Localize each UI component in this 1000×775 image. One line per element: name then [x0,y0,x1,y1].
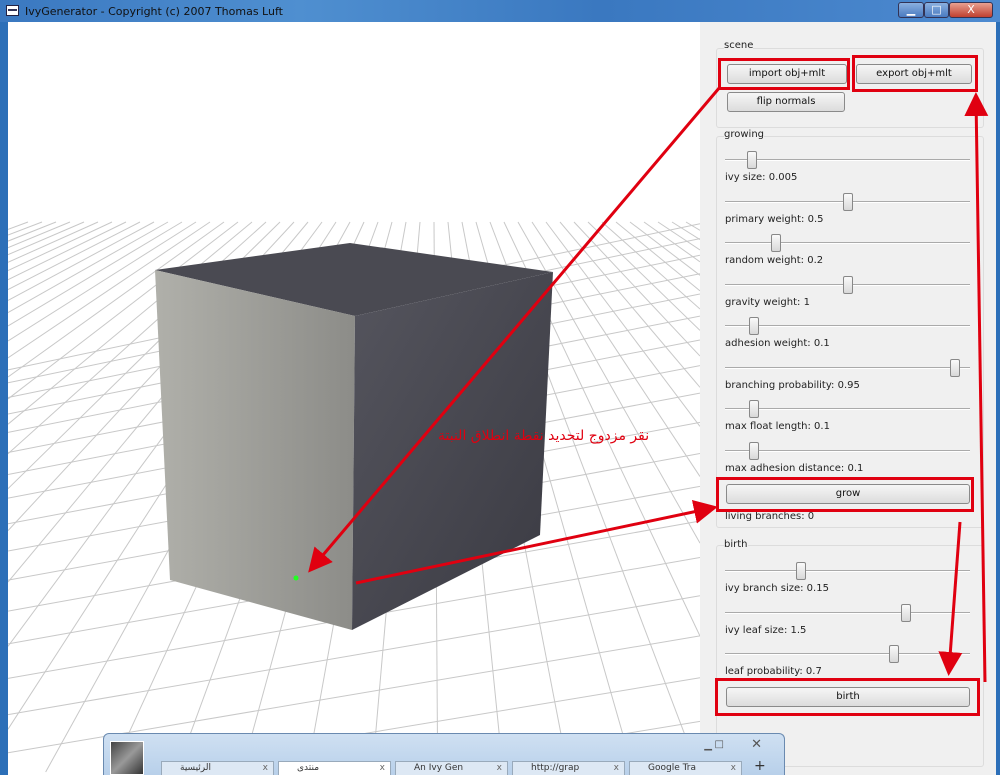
grid-line [643,221,700,263]
annotation-text: نقر مزدوج لتحديد نقطة انطلاق النبتة [438,428,650,444]
minimize-icon[interactable]: ▁ [704,740,712,751]
browser-tab-label: http://grap [531,763,580,773]
tab-close-icon[interactable]: x [731,762,736,775]
slider-thumb[interactable] [771,234,782,252]
scene-label: scene [724,40,754,51]
grid-line [8,221,127,281]
slider-birth-0[interactable] [725,562,970,580]
control-panel: scene import obj+mlt export obj+mlt flip… [700,22,996,775]
slider-thumb[interactable] [795,562,806,580]
slider-birth-2[interactable] [725,645,970,663]
scene-render [8,221,700,773]
slider-track [725,449,970,452]
cube-right-face [352,272,553,630]
slider-label: random weight: 0.2 [725,255,824,266]
grid-line [8,221,141,291]
birth-label: birth [724,539,748,550]
slider-growing-6[interactable] [725,400,970,418]
slider-label: ivy size: 0.005 [725,172,798,183]
slider-thumb[interactable] [749,400,760,418]
slider-track [725,611,970,614]
growing-label: growing [724,129,764,140]
restore-icon[interactable]: □ [715,739,724,750]
slider-label: max float length: 0.1 [725,421,830,432]
close-button[interactable]: X [949,2,993,18]
slider-track [725,653,970,655]
grid-line [8,221,155,301]
slider-thumb[interactable] [842,275,853,294]
browser-tab[interactable]: http://grap x [512,761,625,775]
slider-label: ivy branch size: 0.15 [725,583,829,594]
slider-track [725,408,970,410]
slider-label: branching probability: 0.95 [725,379,860,391]
close-icon[interactable]: ✕ [751,737,762,752]
seed-point [293,575,299,581]
scene-group [716,48,984,128]
new-tab-button[interactable]: + [754,758,766,774]
slider-track [725,570,970,572]
slider-thumb[interactable] [901,603,912,622]
minimize-button[interactable]: ▁ [898,2,924,18]
slider-label: leaf probability: 0.7 [725,666,822,677]
slider-birth-1[interactable] [725,603,970,622]
app-icon [6,5,19,16]
title-bar[interactable]: IvyGenerator - Copyright (c) 2007 Thomas… [0,0,1000,22]
grow-button[interactable]: grow [726,484,970,504]
birth-button[interactable]: birth [726,687,970,707]
slider-growing-5[interactable] [725,358,970,377]
flip-normals-button[interactable]: flip normals [727,92,845,112]
slider-growing-4[interactable] [725,317,970,335]
slider-label: primary weight: 0.5 [725,213,824,225]
3d-viewport[interactable] [8,22,700,775]
slider-label: max adhesion distance: 0.1 [725,462,864,474]
client-area: scene import obj+mlt export obj+mlt flip… [8,22,996,775]
browser-tab[interactable]: An Ivy Gen x [395,761,508,775]
browser-tab-label: An Ivy Gen [414,763,464,773]
slider-thumb[interactable] [842,192,853,211]
slider-label: adhesion weight: 0.1 [725,338,830,349]
tab-close-icon[interactable]: x [614,762,619,775]
browser-window-preview[interactable]: ▁ □ ✕ الرئيسية x منتدى x An Ivy Gen x http://g… [103,733,785,775]
slider-track [725,366,970,369]
tab-close-icon[interactable]: x [380,762,385,775]
slider-thumb[interactable] [889,645,900,663]
slider-track [725,159,970,161]
tab-close-icon[interactable]: x [497,762,502,775]
tab-close-icon[interactable]: x [263,762,268,775]
avatar [110,741,144,775]
browser-tab-label: Google Tra [648,763,696,773]
browser-tab-label: الرئيسية [180,763,211,773]
slider-growing-0[interactable] [725,151,970,169]
import-button[interactable]: import obj+mlt [727,64,847,84]
maximize-button[interactable]: □ [924,2,949,18]
export-button[interactable]: export obj+mlt [856,64,972,84]
slider-label: gravity weight: 1 [725,296,810,308]
slider-thumb[interactable] [749,317,760,335]
slider-thumb[interactable] [950,358,961,377]
slider-thumb[interactable] [749,441,760,460]
cube-left-face [155,270,355,630]
browser-tab[interactable]: منتدى x [278,761,391,775]
slider-growing-2[interactable] [725,234,970,252]
browser-tab[interactable]: Google Tra x [629,761,742,775]
living-branches-label: living branches: 0 [725,511,815,522]
browser-tab[interactable]: الرئيسية x [161,761,274,775]
grid-line [545,221,700,427]
grid-line [8,221,169,314]
window-title: IvyGenerator - Copyright (c) 2007 Thomas… [25,5,283,18]
grid-line [8,221,85,256]
browser-tab-label: منتدى [297,763,320,773]
slider-growing-7[interactable] [725,441,970,460]
slider-track [725,242,970,244]
slider-track [725,325,970,327]
slider-growing-1[interactable] [725,192,970,211]
slider-thumb[interactable] [746,151,757,169]
slider-growing-3[interactable] [725,275,970,294]
grid-line [8,221,43,236]
slider-label: ivy leaf size: 1.5 [725,624,807,636]
